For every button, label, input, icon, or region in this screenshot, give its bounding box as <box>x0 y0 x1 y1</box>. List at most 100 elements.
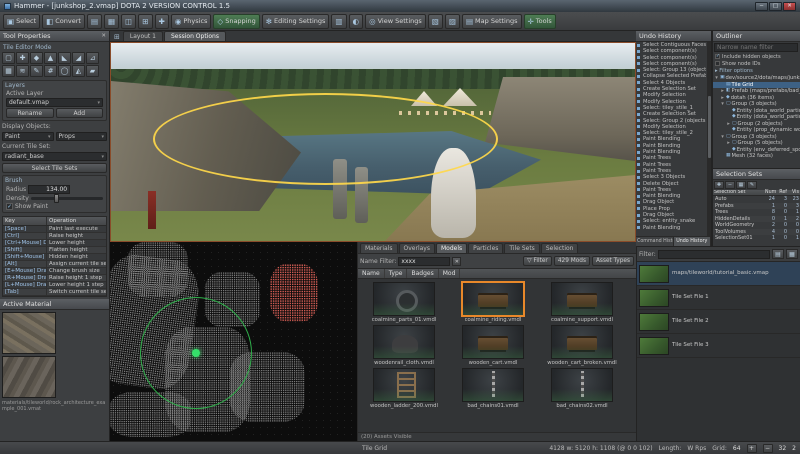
tile-tool-button[interactable]: ≋ <box>16 65 29 77</box>
toolbar-button[interactable]: ✻ Editing Settings <box>262 14 330 29</box>
asset-browser-tab[interactable]: Materials <box>360 243 398 253</box>
tile-tool-button[interactable]: ✚ <box>16 52 29 64</box>
tree-expander-icon[interactable]: ▾ <box>720 101 725 108</box>
asset-thumbnail[interactable] <box>373 368 435 402</box>
clear-filter-icon[interactable]: ✕ <box>452 257 461 266</box>
current-tileset-select[interactable]: radiant_base <box>2 152 107 161</box>
display-props-select[interactable]: Props <box>56 132 108 141</box>
undo-scrollbar[interactable] <box>707 42 711 236</box>
asset-item[interactable]: coalmine_parts_01.vmdl <box>361 282 447 323</box>
asset-thumbnail[interactable] <box>551 325 613 359</box>
asset-item[interactable]: wooden_cart.vmdl <box>450 325 536 366</box>
active-layer-select[interactable]: default.vmap <box>6 98 103 107</box>
tile-tool-button[interactable]: ▲ <box>44 52 57 64</box>
selection-sets-tool-button[interactable]: ✎ <box>747 181 757 189</box>
density-slider[interactable] <box>31 197 103 200</box>
minimize-button[interactable]: ─ <box>755 2 768 11</box>
filter-input[interactable] <box>658 250 770 259</box>
name-filter-input[interactable] <box>398 257 450 266</box>
filter-options-toggle[interactable]: ▸ Filter options <box>713 67 800 75</box>
asset-browser-tab[interactable]: Tile Sets <box>504 243 539 253</box>
toolbar-button[interactable]: ▣ Select <box>3 14 40 29</box>
material-thumbnail[interactable] <box>2 356 56 398</box>
tile-set-file-row[interactable]: Tile Set File 3 <box>637 334 800 358</box>
asset-types-button[interactable]: Asset Types <box>592 256 634 266</box>
mods-button[interactable]: 429 Mods <box>554 256 590 266</box>
tile-set-file-row[interactable]: Tile Set File 2 <box>637 310 800 334</box>
toolbar-button[interactable]: ▧ <box>428 14 443 29</box>
asset-item[interactable]: bad_chains02.vmdl <box>539 368 625 409</box>
toolbar-button[interactable]: ◫ <box>121 14 136 29</box>
asset-thumbnail[interactable] <box>373 282 435 316</box>
asset-thumbnail[interactable] <box>551 282 613 316</box>
tile-tool-button[interactable]: ◯ <box>58 65 71 77</box>
include-hidden-checkbox[interactable]: ✓ <box>715 54 720 59</box>
asset-thumbnail[interactable] <box>462 368 524 402</box>
tile-tool-button[interactable]: ▢ <box>2 52 15 64</box>
viewport-tab[interactable]: Layout 1 <box>123 31 163 41</box>
toolbar-button[interactable]: ◉ Physics <box>171 14 212 29</box>
tile-tool-button[interactable]: # <box>44 65 57 77</box>
history-tab[interactable]: Undo History <box>674 237 712 246</box>
panel-close-icon[interactable]: ✕ <box>101 33 106 39</box>
selection-sets-tool-button[interactable]: ▦ <box>736 181 746 189</box>
tile-tool-button[interactable]: ▦ <box>2 65 15 77</box>
asset-browser-tab[interactable]: Models <box>436 243 467 253</box>
toolbar-button[interactable]: ▦ <box>104 14 119 29</box>
toolbar-button[interactable]: ⊞ <box>138 14 152 29</box>
toolbar-button[interactable]: ▥ <box>331 14 346 29</box>
outliner-tree-row[interactable]: ▦ Mesh (32 faces) <box>713 153 800 160</box>
tile-tool-button[interactable]: ▰ <box>86 65 99 77</box>
grid-decrease-button[interactable]: − <box>763 444 773 453</box>
outliner-filter-input[interactable] <box>714 43 798 52</box>
layout-grid-icon[interactable]: ⊞ <box>112 33 122 41</box>
asset-item[interactable]: bad_chains01.vmdl <box>450 368 536 409</box>
filter-button[interactable]: ▽ Filter <box>523 256 552 266</box>
toolbar-button[interactable]: ◐ <box>349 14 364 29</box>
history-tab[interactable]: Command History <box>636 237 674 246</box>
tile-tool-button[interactable]: ◭ <box>72 65 85 77</box>
radius-input[interactable] <box>28 185 70 194</box>
toolbar-button[interactable]: ✛ Tools <box>524 14 556 29</box>
tree-expander-icon[interactable] <box>720 153 725 160</box>
2d-top-view[interactable] <box>110 242 358 441</box>
toolbar-button[interactable]: ▨ <box>445 14 460 29</box>
view-mode-button[interactable]: ▤ <box>772 249 784 259</box>
density-slider-thumb[interactable] <box>54 194 59 203</box>
asset-browser-tab[interactable]: Selection <box>541 243 579 253</box>
close-button[interactable]: ✕ <box>783 2 796 11</box>
add-layer-button[interactable]: Add <box>56 108 104 118</box>
tile-tool-button[interactable]: ◢ <box>72 52 85 64</box>
selection-sets-tool-button[interactable]: − <box>725 181 735 189</box>
asset-thumbnail[interactable] <box>551 368 613 402</box>
select-tilesets-button[interactable]: Select Tile Sets <box>2 163 107 173</box>
show-node-ids-checkbox[interactable] <box>715 61 720 66</box>
toolbar-button[interactable]: ▤ <box>87 14 102 29</box>
toolbar-button[interactable]: ◇ Snapping <box>213 14 259 29</box>
asset-item[interactable]: coalmine_support.vmdl <box>539 282 625 323</box>
tile-tool-button[interactable]: ✎ <box>30 65 43 77</box>
tile-set-file-row[interactable]: Tile Set File 1 <box>637 286 800 310</box>
asset-item[interactable]: coalmine_riding.vmdl <box>450 282 536 323</box>
display-paint-select[interactable]: Paint <box>2 132 54 141</box>
asset-browser-tab[interactable]: Particles <box>468 243 503 253</box>
tree-expander-icon[interactable]: ▾ <box>720 134 725 141</box>
asset-column-header[interactable]: Badges <box>407 269 438 278</box>
asset-thumbnail[interactable] <box>462 325 524 359</box>
rename-layer-button[interactable]: Rename <box>6 108 54 118</box>
tile-tool-button[interactable]: ⊿ <box>86 52 99 64</box>
asset-thumbnail[interactable] <box>462 282 524 316</box>
asset-thumbnail[interactable] <box>373 325 435 359</box>
undo-history-item[interactable]: Paint Blending <box>636 225 706 231</box>
view-mode-button[interactable]: ▦ <box>786 249 798 259</box>
asset-column-header[interactable]: Name <box>358 269 385 278</box>
tree-expander-icon[interactable]: ▾ <box>714 75 719 82</box>
toolbar-button[interactable]: ◎ View Settings <box>365 14 426 29</box>
3d-viewport[interactable] <box>110 42 636 242</box>
tile-tool-button[interactable]: ◣ <box>58 52 71 64</box>
asset-item[interactable]: wooden_ladder_200.vmdl <box>361 368 447 409</box>
tile-tool-button[interactable]: ◆ <box>30 52 43 64</box>
asset-item[interactable]: wooden_cart_broken.vmdl <box>539 325 625 366</box>
maximize-button[interactable]: □ <box>769 2 782 11</box>
asset-item[interactable]: woodenrail_cloth.vmdl <box>361 325 447 366</box>
